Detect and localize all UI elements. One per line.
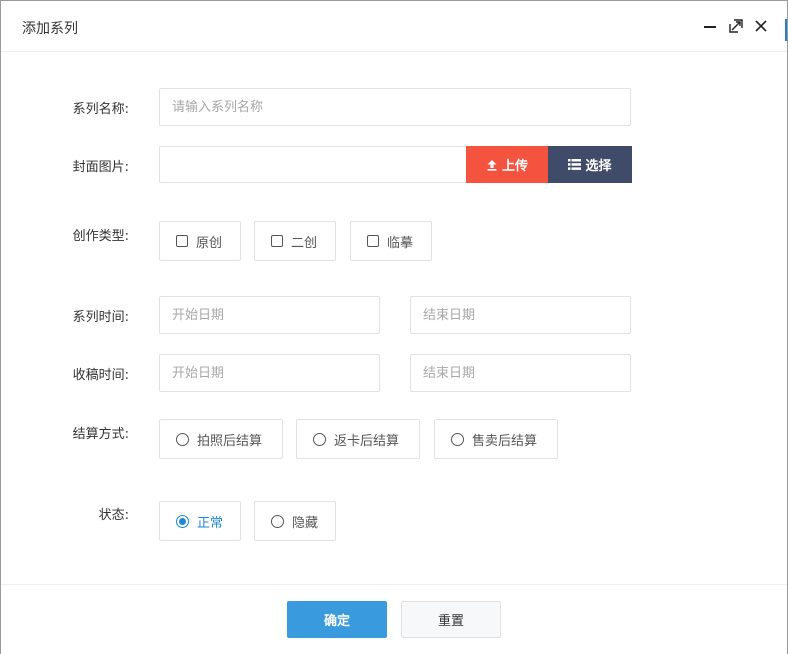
creation-type-copy-checkbox[interactable]: 临摹 (350, 221, 432, 261)
list-icon (568, 159, 582, 170)
upload-icon (487, 159, 497, 171)
dialog-title: 添加系列 (22, 21, 78, 37)
radio-label: 正常 (197, 515, 224, 531)
creation-type-original-checkbox[interactable]: 原创 (159, 221, 241, 261)
series-time-label: 系列时间: (72, 310, 129, 325)
radio-icon (176, 432, 189, 446)
maximize-icon[interactable] (727, 17, 745, 35)
checkbox-label: 临摹 (387, 235, 414, 251)
minimize-icon[interactable] (701, 17, 719, 35)
select-button-label: 选择 (585, 159, 612, 174)
radio-label: 返卡后结算 (334, 433, 400, 449)
status-label: 状态: (98, 508, 129, 523)
settlement-label: 结算方式: (72, 427, 129, 442)
confirm-button[interactable]: 确定 (287, 601, 387, 638)
radio-label: 拍照后结算 (197, 433, 263, 449)
add-series-dialog: 添加系列 系列名称: 封面图片: 上传 选择 (0, 0, 788, 654)
dialog-titlebar: 添加系列 (1, 1, 787, 52)
close-icon[interactable] (752, 17, 770, 35)
settlement-after-sale-radio[interactable]: 售卖后结算 (434, 419, 558, 459)
cover-image-input[interactable] (159, 146, 467, 183)
collect-end-date-input[interactable] (410, 354, 631, 392)
select-button[interactable]: 选择 (548, 146, 632, 183)
settlement-after-photo-radio[interactable]: 拍照后结算 (159, 419, 283, 459)
collect-time-label: 收稿时间: (72, 368, 129, 383)
series-end-date-input[interactable] (410, 296, 631, 334)
radio-label: 隐藏 (292, 515, 319, 531)
series-name-input[interactable] (159, 88, 631, 126)
checkbox-icon (271, 235, 283, 247)
settlement-after-return-radio[interactable]: 返卡后结算 (296, 419, 420, 459)
reset-button[interactable]: 重置 (401, 601, 501, 638)
radio-selected-icon (176, 514, 189, 528)
checkbox-icon (367, 235, 379, 247)
cover-image-label: 封面图片: (72, 160, 129, 175)
radio-icon (451, 432, 464, 446)
checkbox-label: 原创 (196, 235, 223, 251)
status-hidden-radio[interactable]: 隐藏 (254, 501, 336, 541)
radio-icon (271, 514, 284, 528)
edge-accent (785, 19, 787, 41)
radio-label: 售卖后结算 (472, 433, 538, 449)
checkbox-icon (176, 235, 188, 247)
checkbox-label: 二创 (291, 235, 318, 251)
upload-button-label: 上传 (501, 159, 528, 174)
radio-icon (313, 432, 326, 446)
upload-button[interactable]: 上传 (466, 146, 548, 183)
series-name-label: 系列名称: (72, 102, 129, 117)
status-normal-radio[interactable]: 正常 (159, 501, 241, 541)
collect-start-date-input[interactable] (159, 354, 380, 392)
series-start-date-input[interactable] (159, 296, 380, 334)
creation-type-label: 创作类型: (72, 229, 129, 244)
dialog-footer: 确定 重置 (1, 584, 787, 654)
creation-type-derivative-checkbox[interactable]: 二创 (254, 221, 336, 261)
